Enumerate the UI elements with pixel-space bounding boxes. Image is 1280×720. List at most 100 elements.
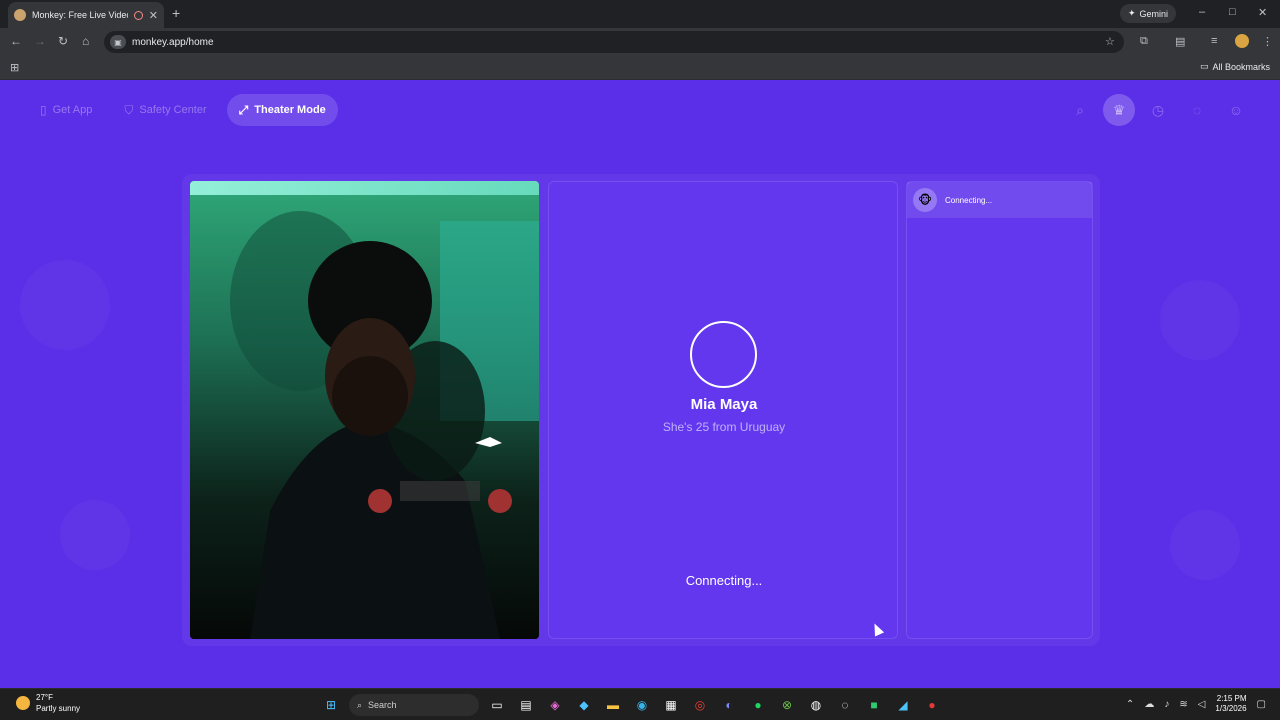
terminal-icon[interactable]: ▤: [515, 694, 537, 716]
bg-decoration: [20, 260, 110, 350]
chat-status: Connecting...: [945, 195, 993, 205]
remote-avatar-ring: [690, 321, 757, 388]
search-label: Search: [368, 700, 397, 710]
all-bookmarks-button[interactable]: ▭ All Bookmarks: [1200, 61, 1270, 72]
remote-user-name: Mia Maya: [690, 396, 758, 413]
wifi-icon[interactable]: ≋: [1179, 699, 1187, 710]
safety-center-button[interactable]: ⛉ Safety Center: [112, 94, 218, 126]
bookmarks-bar: ⊞ ▭ All Bookmarks: [0, 56, 1280, 80]
chat-panel: 🐵 Connecting...: [906, 181, 1093, 639]
chat-icon[interactable]: ◌: [1181, 94, 1213, 126]
browser-toolbar: ← → ↻ ⌂ ▣ monkey.app/home ☆ ⧉ ▤ ≡ ⋮: [0, 28, 1280, 56]
profile-avatar[interactable]: [1235, 34, 1249, 48]
theater-mode-button[interactable]: ⤢ Theater Mode: [226, 94, 338, 126]
avatar-icon[interactable]: ☺: [1220, 94, 1252, 126]
browser-tab-bar: Monkey: Free Live Video Ch ✕ + ✦ Gemini …: [0, 0, 1280, 28]
crown-icon[interactable]: ♛: [1103, 94, 1135, 126]
url-text: monkey.app/home: [132, 36, 214, 48]
minimize-icon[interactable]: –: [1199, 6, 1205, 18]
notification-icon[interactable]: ▢: [1257, 699, 1266, 710]
shield-icon: ⛉: [124, 102, 134, 117]
time: 2:15 PM: [1216, 694, 1247, 703]
obs-icon[interactable]: ◌: [834, 694, 856, 716]
get-app-label: Get App: [52, 104, 93, 116]
forward-icon[interactable]: →: [34, 34, 46, 48]
tab-title: Monkey: Free Live Video Ch: [32, 10, 128, 20]
bg-decoration: [1160, 280, 1240, 360]
split-view-icon[interactable]: ▤: [1175, 35, 1185, 48]
address-bar[interactable]: ▣ monkey.app/home: [104, 31, 1124, 53]
copilot-icon[interactable]: ◈: [544, 694, 566, 716]
store-icon[interactable]: ▦: [660, 694, 682, 716]
local-video: [190, 181, 539, 639]
app-icon[interactable]: ◢: [892, 694, 914, 716]
monkey-favicon-icon: [14, 9, 26, 21]
clock[interactable]: 2:15 PM 1/3/2026: [1215, 694, 1246, 714]
discord-icon[interactable]: ◐: [718, 694, 740, 716]
monkey-avatar-icon: 🐵: [913, 188, 937, 212]
video-stage: Mia Maya She's 25 from Uruguay Connectin…: [182, 174, 1100, 646]
webcam-feed: [190, 181, 539, 639]
apps-grid-icon[interactable]: ⊞: [10, 61, 19, 74]
steam-icon[interactable]: ◍: [805, 694, 827, 716]
new-tab-button[interactable]: +: [172, 5, 180, 21]
windows-app-icon[interactable]: ◆: [573, 694, 595, 716]
phone-icon: ▯: [40, 103, 47, 117]
extensions-icon[interactable]: ⧉: [1140, 35, 1148, 48]
cloud-icon[interactable]: ☁: [1144, 699, 1154, 710]
date: 1/3/2026: [1215, 704, 1247, 713]
remote-user-info: She's 25 from Uruguay: [662, 420, 786, 434]
bg-decoration: [60, 500, 130, 570]
all-bookmarks-label: All Bookmarks: [1212, 61, 1270, 72]
app-icon[interactable]: ■: [863, 694, 885, 716]
bg-decoration: [1170, 510, 1240, 580]
top-nav: ▯ Get App ⛉ Safety Center ⤢ Theater Mode: [28, 94, 338, 126]
back-icon[interactable]: ←: [10, 34, 22, 48]
weather-icon: [16, 696, 30, 710]
menu-icon[interactable]: ⋮: [1262, 35, 1273, 48]
maximize-icon[interactable]: □: [1229, 6, 1236, 18]
chrome-icon[interactable]: ◎: [689, 694, 711, 716]
edge-icon[interactable]: ◉: [631, 694, 653, 716]
task-view-icon[interactable]: ▭: [486, 694, 508, 716]
connection-status: Connecting...: [685, 573, 763, 588]
expand-icon: ⤢: [238, 102, 249, 117]
taskbar-search[interactable]: ⌕ Search: [349, 694, 479, 716]
reload-icon[interactable]: ↻: [58, 34, 68, 48]
search-icon: ⌕: [357, 699, 363, 710]
chat-header: 🐵 Connecting...: [907, 182, 1092, 218]
home-icon[interactable]: ⌂: [82, 34, 89, 48]
close-tab-icon[interactable]: ✕: [149, 9, 158, 22]
media-control-icon[interactable]: ≡: [1211, 35, 1217, 47]
app-icon[interactable]: ●: [921, 694, 943, 716]
site-info-icon[interactable]: ▣: [110, 35, 126, 49]
taskbar-apps: ⊞ ⌕ Search ▭ ▤ ◈ ◆ ▬ ◉ ▦ ◎ ◐ ● ⊗ ◍ ◌ ■ ◢…: [320, 694, 943, 716]
history-icon[interactable]: ◷: [1142, 94, 1174, 126]
file-explorer-icon[interactable]: ▬: [602, 694, 624, 716]
bookmark-star-icon[interactable]: ☆: [1105, 35, 1115, 48]
search-icon[interactable]: ⌕: [1064, 94, 1096, 126]
sparkle-icon: ✦: [1128, 8, 1136, 18]
recording-icon: [133, 10, 143, 20]
volume-icon[interactable]: ◁: [1198, 699, 1206, 710]
xbox-icon[interactable]: ⊗: [776, 694, 798, 716]
safety-center-label: Safety Center: [139, 104, 207, 116]
system-tray: ⌃ ☁ ♪ ≋ ◁ 2:15 PM 1/3/2026 ▢: [1126, 694, 1266, 714]
windows-taskbar: 27°F Partly sunny ⊞ ⌕ Search ▭ ▤ ◈ ◆ ▬ ◉…: [0, 688, 1280, 720]
folder-icon: ▭: [1199, 61, 1209, 71]
close-window-icon[interactable]: ✕: [1258, 6, 1267, 19]
monkey-page: ▯ Get App ⛉ Safety Center ⤢ Theater Mode…: [0, 80, 1280, 688]
spotify-icon[interactable]: ●: [747, 694, 769, 716]
mic-icon[interactable]: ♪: [1164, 699, 1169, 710]
browser-tab[interactable]: Monkey: Free Live Video Ch ✕: [8, 2, 164, 28]
theater-mode-label: Theater Mode: [254, 104, 326, 116]
get-app-button[interactable]: ▯ Get App: [28, 94, 104, 126]
gemini-label: Gemini: [1139, 8, 1169, 19]
chevron-up-icon[interactable]: ⌃: [1126, 699, 1134, 710]
temperature: 27°F: [36, 693, 53, 702]
start-icon[interactable]: ⊞: [320, 694, 342, 716]
weather-widget[interactable]: 27°F Partly sunny: [16, 692, 80, 714]
right-nav: ⌕ ♛ ◷ ◌ ☺: [1064, 94, 1252, 126]
weather-condition: Partly sunny: [36, 704, 81, 713]
gemini-button[interactable]: ✦ Gemini: [1120, 4, 1177, 23]
